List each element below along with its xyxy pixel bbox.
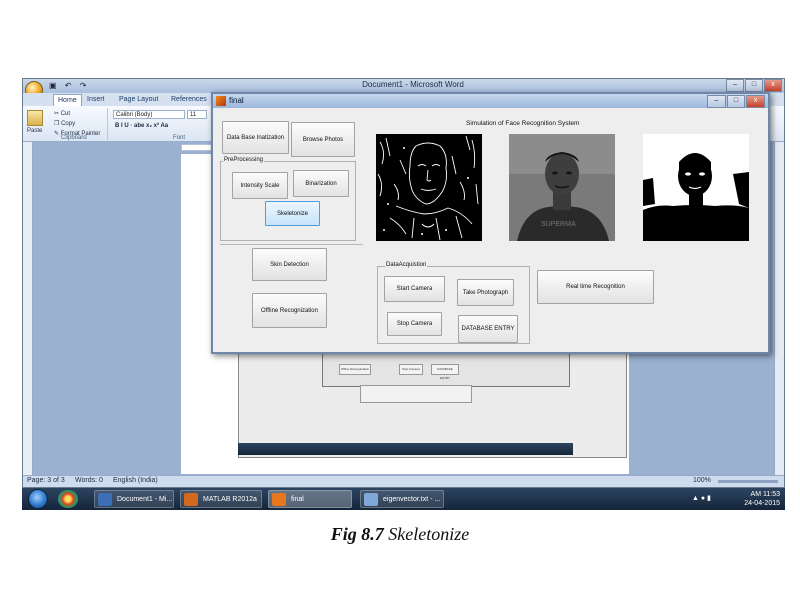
status-page[interactable]: Page: 3 of 3 [27, 477, 65, 484]
taskbar: Document1 - Mi... MATLAB R2012a final ei… [22, 488, 785, 510]
start-camera-button[interactable]: Start Camera [384, 276, 445, 302]
maximize-button[interactable]: □ [745, 79, 763, 92]
tab-references[interactable]: References [171, 94, 207, 106]
word-titlebar: Document1 - Microsoft Word ▣ ↶ ↷ – □ x [23, 79, 784, 93]
browse-photos-button[interactable]: Browse Photos [291, 122, 355, 157]
realtime-recognition-button[interactable]: Real time Recognition [537, 270, 654, 304]
vertical-ruler [23, 142, 33, 475]
minimize-button[interactable]: – [726, 79, 744, 92]
skeletonize-button[interactable]: Skeletonize [265, 201, 320, 226]
figure-app-icon [272, 493, 286, 506]
font-size-box[interactable]: 11 [187, 110, 207, 119]
taskbar-item-notepad[interactable]: eigenvector.txt - ... [360, 490, 444, 508]
system-clock[interactable]: AM 11:53 24-04-2015 [722, 490, 780, 508]
font-name-box[interactable]: Calibri (Body) [113, 110, 185, 119]
skin-detection-button[interactable]: Skin Detection [252, 248, 327, 281]
copy-button[interactable]: ❐ Copy [54, 120, 75, 127]
matlab-icon [216, 96, 226, 106]
data-acquisition-panel-label: DataAcquistion [385, 262, 428, 268]
grayscale-face-drawing: SUPERMA [509, 134, 615, 241]
paste-label: Paste [27, 128, 43, 134]
nested-offline-button: Offline Recognization [339, 364, 371, 375]
caption-label: Fig 8.7 [330, 524, 384, 544]
status-words[interactable]: Words: 0 [75, 477, 103, 484]
figure-window-final: final – □ x Data Base Inatization Browse… [211, 92, 770, 354]
binarization-button[interactable]: Binarization [293, 170, 349, 197]
tab-page-layout[interactable]: Page Layout [119, 94, 158, 106]
figure-title: final [229, 96, 244, 105]
taskbar-item-final[interactable]: final [268, 490, 352, 508]
nested-taskbar [238, 443, 573, 455]
status-language[interactable]: English (India) [113, 477, 158, 484]
scissors-icon: ✂ [54, 111, 60, 117]
tab-home[interactable]: Home [53, 94, 82, 106]
brush-icon: ✎ [54, 131, 60, 137]
status-bar: Page: 3 of 3 Words: 0 English (India) 10… [23, 475, 784, 487]
binarized-face-image [643, 134, 749, 241]
status-zoom[interactable]: 100% [693, 477, 711, 484]
clock-time: AM 11:53 [750, 491, 780, 498]
taskbar-item-label: Document1 - Mi... [117, 496, 173, 503]
binarized-face-drawing [643, 134, 749, 241]
nested-stop-button: Stop Camera [399, 364, 423, 375]
taskbar-item-label: MATLAB R2012a [203, 496, 257, 503]
database-entry-button[interactable]: DATABASE ENTRY [458, 315, 518, 343]
figure-titlebar: final – □ x [213, 94, 768, 108]
stop-camera-button[interactable]: Stop Camera [387, 312, 442, 336]
close-button[interactable]: x [764, 79, 782, 92]
taskbar-item-label: final [291, 496, 304, 503]
figure-minimize-button[interactable]: – [707, 95, 726, 108]
separator-line [220, 244, 363, 245]
copy-icon: ❐ [54, 121, 60, 127]
font-format-buttons[interactable]: B I U · abe x₂ x² Aa [115, 123, 168, 129]
word-window-title: Document1 - Microsoft Word [362, 80, 464, 89]
font-group-label: Font [173, 135, 186, 141]
chrome-icon[interactable] [58, 490, 78, 508]
nested-screenshot-innermost [360, 385, 472, 403]
nested-screenshot-inner: Offline Recognization Stop Camera DATABA… [322, 353, 570, 387]
clock-date: 24-04-2015 [744, 500, 780, 507]
tab-insert[interactable]: Insert [87, 94, 105, 106]
figure-caption: Fig 8.7 Skeletonize [0, 524, 800, 545]
paste-icon[interactable] [27, 110, 43, 126]
cut-label: Cut [60, 111, 71, 117]
svg-text:SUPERMA: SUPERMA [541, 221, 576, 228]
taskbar-item-matlab[interactable]: MATLAB R2012a [180, 490, 262, 508]
zoom-slider[interactable] [718, 480, 778, 483]
take-photograph-button[interactable]: Take Photograph [457, 279, 514, 306]
intensity-scale-button[interactable]: Intensity Scale [232, 172, 288, 199]
taskbar-item-word[interactable]: Document1 - Mi... [94, 490, 174, 508]
nested-entry-button: DATABASE ENTRY [431, 364, 459, 380]
preprocessing-panel-label: PreProcessing [223, 157, 265, 163]
taskbar-item-label: eigenvector.txt - ... [383, 496, 441, 503]
figure-maximize-button[interactable]: □ [726, 95, 746, 108]
offline-recognization-button[interactable]: Offline Recognization [252, 293, 327, 328]
notepad-icon [364, 493, 378, 506]
matlab-app-icon [184, 493, 198, 506]
cut-button[interactable]: ✂ Cut [54, 110, 70, 117]
grayscale-face-image: SUPERMA [509, 134, 615, 241]
tray-icons[interactable]: ▲ ● ▮ [692, 494, 722, 504]
copy-label: Copy [61, 121, 76, 127]
figure-window-controls: – □ x [707, 95, 766, 108]
figure-close-button[interactable]: x [746, 95, 766, 108]
start-button[interactable] [28, 489, 48, 509]
ribbon-divider [107, 108, 108, 140]
clipboard-group-label: Clipboard [61, 135, 87, 141]
quick-access-toolbar[interactable]: ▣ ↶ ↷ [49, 81, 109, 91]
vertical-scrollbar[interactable] [774, 142, 784, 475]
figure-body: Data Base Inatization Browse Photos PreP… [213, 108, 768, 352]
word-doc-icon [98, 493, 112, 506]
simulation-title: Simulation of Face Recognition System [466, 120, 580, 127]
word-window-controls: – □ x [726, 79, 782, 92]
database-init-button[interactable]: Data Base Inatization [222, 121, 289, 154]
skeleton-face-drawing [376, 134, 482, 241]
caption-text: Skeletonize [388, 524, 470, 544]
skeleton-face-image [376, 134, 482, 241]
